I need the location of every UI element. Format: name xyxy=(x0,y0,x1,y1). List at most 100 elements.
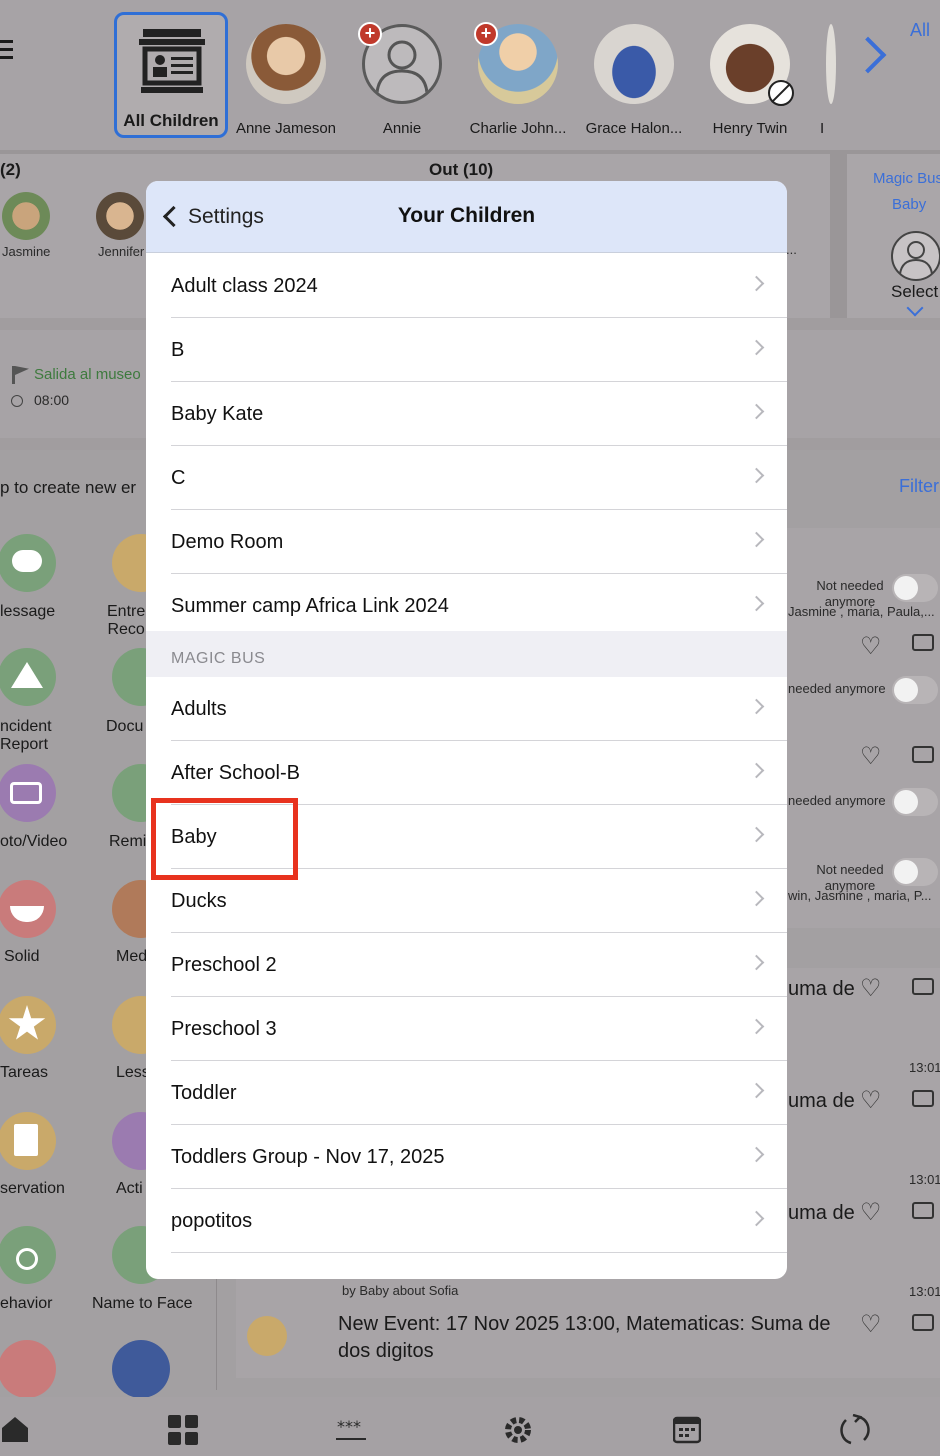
message-icon[interactable] xyxy=(0,534,56,592)
avatar xyxy=(246,24,326,104)
flag-shape xyxy=(15,366,29,375)
feed-author: by Baby about Sofia xyxy=(342,1283,459,1298)
chevron-right-icon xyxy=(748,275,765,292)
class-name: Preschool 2 xyxy=(171,954,277,976)
child-name: Anne Jameson xyxy=(235,120,337,137)
child-name: Charlie John... xyxy=(469,120,567,137)
heart-icon[interactable]: ♡ xyxy=(860,742,882,771)
chevron-right-icon xyxy=(748,954,765,971)
child-avatar-annie[interactable]: + Annie xyxy=(344,10,460,138)
medal-icon[interactable] xyxy=(0,1226,56,1284)
class-name: Adult class 2024 xyxy=(171,275,318,297)
feed-item-text: uma de xyxy=(788,978,855,1000)
heart-icon[interactable]: ♡ xyxy=(860,1086,882,1115)
filter-button[interactable]: Filter xyxy=(899,476,939,497)
child-avatar-henry[interactable]: Henry Twin xyxy=(692,10,808,138)
heart-icon[interactable]: ♡ xyxy=(860,974,882,1003)
child-avatar-grace[interactable]: Grace Halon... xyxy=(576,10,692,138)
activity-label: servation xyxy=(0,1180,65,1197)
person-placeholder-icon[interactable] xyxy=(890,230,940,282)
chevron-right-icon xyxy=(748,1082,765,1099)
sync-icon[interactable] xyxy=(838,1414,872,1446)
camera-icon[interactable] xyxy=(0,764,56,822)
child-name: Grace Halon... xyxy=(585,120,683,137)
not-needed-toggle[interactable] xyxy=(892,858,938,886)
moon-icon[interactable] xyxy=(112,1340,170,1398)
flag-icon xyxy=(12,366,15,384)
bowl-icon[interactable] xyxy=(0,880,56,938)
child-name: I xyxy=(820,120,825,137)
class-row[interactable]: Baby Kate xyxy=(146,382,787,446)
activity-label: Entre Reco xyxy=(107,603,146,638)
no-photo-icon xyxy=(768,80,794,106)
child-avatar-partial[interactable]: I xyxy=(808,10,838,138)
all-link[interactable]: All xyxy=(910,20,930,41)
class-row[interactable]: Toddlers Group - Nov 17, 2025 xyxy=(146,1125,787,1189)
chevron-right-icon xyxy=(748,826,765,843)
comment-icon[interactable] xyxy=(912,746,934,763)
class-name: Toddler xyxy=(171,1082,237,1104)
gear-icon[interactable] xyxy=(502,1414,534,1446)
avatar[interactable] xyxy=(2,192,50,240)
feed-item-text[interactable]: dos digitos xyxy=(338,1340,434,1363)
chevron-right-icon[interactable] xyxy=(849,36,887,74)
avatar[interactable] xyxy=(96,192,144,240)
chevron-down-icon[interactable] xyxy=(906,299,924,317)
class-row[interactable]: popotitos xyxy=(146,1189,787,1253)
chevron-right-icon xyxy=(748,698,765,715)
child-avatar-charlie[interactable]: + Charlie John... xyxy=(460,10,576,138)
activity-label: Remi xyxy=(109,833,147,850)
calendar-icon[interactable] xyxy=(673,1414,701,1444)
feed-time: 13:01 xyxy=(909,1060,940,1075)
class-name: popotitos xyxy=(171,1210,253,1232)
class-name: After School-B xyxy=(171,762,300,784)
avatar xyxy=(826,24,836,104)
bus-subtitle: Baby xyxy=(892,196,927,213)
class-row[interactable]: Summer camp Africa Link 2024 xyxy=(146,574,787,638)
warning-icon[interactable] xyxy=(0,648,56,706)
menu-icon[interactable] xyxy=(0,38,14,62)
comment-icon[interactable] xyxy=(912,634,934,651)
bottle-icon[interactable] xyxy=(0,1340,56,1398)
class-row[interactable]: Adults xyxy=(146,677,787,741)
heart-icon[interactable]: ♡ xyxy=(860,1198,882,1227)
grid-icon[interactable] xyxy=(167,1414,199,1446)
class-row[interactable]: Preschool 2 xyxy=(146,933,787,997)
chevron-right-icon xyxy=(748,1210,765,1227)
comment-icon[interactable] xyxy=(912,1314,934,1331)
your-children-modal: Settings Your Children Adult class 2024 B… xyxy=(146,181,787,1279)
bus-panel: Magic Bus Baby Select xyxy=(847,154,940,318)
comment-icon[interactable] xyxy=(912,1090,934,1107)
class-row[interactable]: After School-B xyxy=(146,741,787,805)
calendar-event-icon xyxy=(247,1316,287,1356)
class-row[interactable]: Demo Room xyxy=(146,510,787,574)
class-name: Baby Kate xyxy=(171,403,264,425)
row-separator xyxy=(171,1252,787,1253)
star-icon[interactable] xyxy=(0,996,56,1054)
class-row[interactable]: Adult class 2024 xyxy=(146,254,787,318)
child-avatar-anne[interactable]: Anne Jameson xyxy=(228,10,344,138)
all-children-button[interactable]: All Children xyxy=(114,12,228,138)
not-needed-toggle[interactable] xyxy=(892,788,938,816)
class-row[interactable]: C xyxy=(146,446,787,510)
password-icon[interactable]: *** xyxy=(335,1414,367,1444)
modal-header: Settings Your Children xyxy=(146,181,787,253)
child-name: Jennifer xyxy=(98,244,145,259)
class-row[interactable]: Preschool 3 xyxy=(146,997,787,1061)
feed-item-text[interactable]: New Event: 17 Nov 2025 13:00, Matematica… xyxy=(338,1313,831,1336)
class-row[interactable]: Toddler xyxy=(146,1061,787,1125)
not-needed-toggle[interactable] xyxy=(892,676,938,704)
chevron-right-icon xyxy=(748,890,765,907)
class-row[interactable]: B xyxy=(146,318,787,382)
not-needed-toggle[interactable] xyxy=(892,574,938,602)
avatar xyxy=(594,24,674,104)
event-title[interactable]: Salida al museo xyxy=(34,366,141,383)
comment-icon[interactable] xyxy=(912,1202,934,1219)
heart-icon[interactable]: ♡ xyxy=(860,1310,882,1339)
chevron-right-icon xyxy=(748,762,765,779)
observation-icon[interactable] xyxy=(0,1112,56,1170)
comment-icon[interactable] xyxy=(912,978,934,995)
not-needed-label: needed anymore xyxy=(788,793,886,808)
heart-icon[interactable]: ♡ xyxy=(860,632,882,661)
home-icon[interactable] xyxy=(0,1414,30,1444)
